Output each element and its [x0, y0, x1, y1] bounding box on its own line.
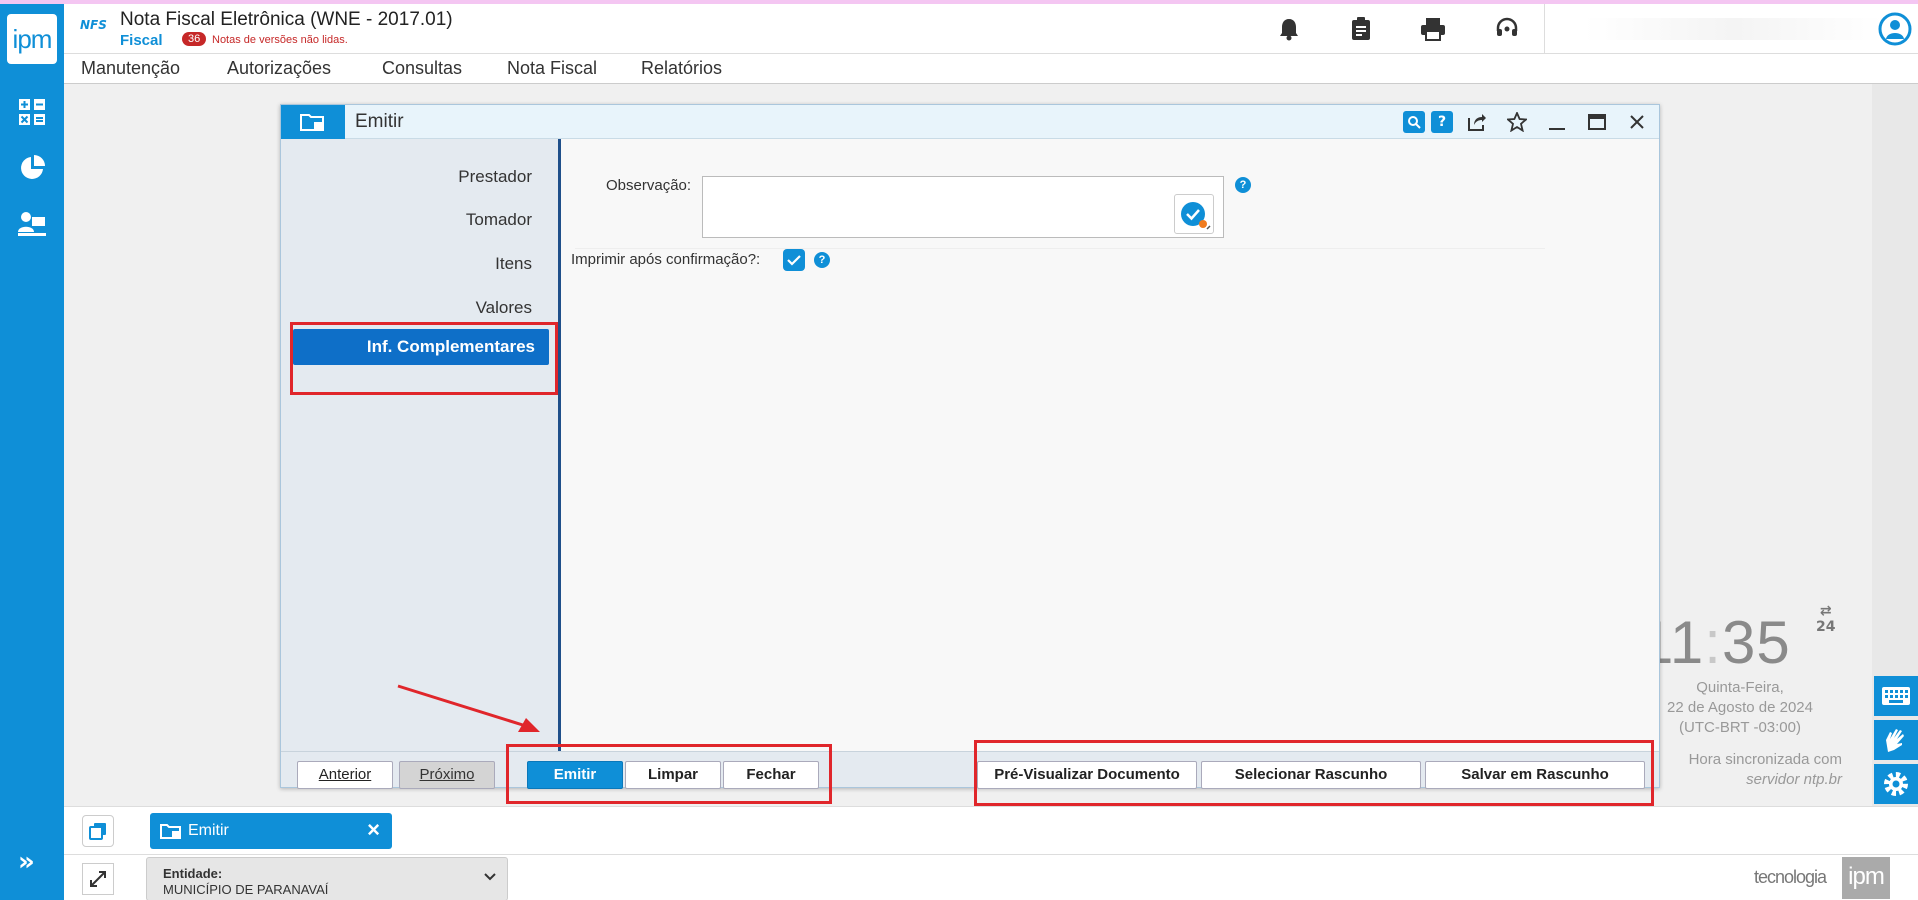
task-tab-emitir[interactable]: Emitir × — [150, 813, 392, 849]
left-rail: ipm » — [0, 4, 64, 900]
entity-select[interactable]: Entidade: MUNICÍPIO DE PARANAVAÍ — [146, 857, 508, 900]
observacao-input[interactable] — [702, 176, 1224, 238]
expand-rail-icon[interactable]: » — [18, 847, 35, 877]
observacao-help-icon[interactable]: ? — [1235, 177, 1251, 193]
clipboard-icon[interactable] — [1346, 14, 1376, 44]
field-separator — [575, 248, 1545, 249]
annotation-box-draft-buttons — [974, 740, 1654, 806]
annotation-box-sidebar — [290, 322, 558, 395]
app-title: Nota Fiscal Eletrônica (WNE - 2017.01) — [120, 9, 453, 30]
observacao-label: Observação: — [606, 177, 692, 194]
folder-icon — [160, 824, 181, 839]
task-close-icon[interactable]: × — [367, 817, 380, 843]
favorite-star-icon[interactable] — [1506, 111, 1528, 133]
share-icon[interactable] — [1466, 111, 1488, 133]
user-avatar-icon[interactable] — [1878, 12, 1912, 46]
main-menu: Manutenção Autorizações Consultas Nota F… — [64, 54, 1918, 84]
search-icon[interactable] — [1403, 111, 1425, 133]
user-desk-icon[interactable] — [16, 208, 48, 240]
fullscreen-icon[interactable] — [82, 863, 114, 895]
app-module: Fiscal — [120, 32, 163, 49]
app-header: NFS Nota Fiscal Eletrônica (WNE - 2017.0… — [64, 4, 1918, 54]
anterior-button[interactable]: Anterior — [297, 761, 393, 789]
spellcheck-icon[interactable] — [1174, 194, 1214, 234]
dialog-title: Emitir — [355, 111, 404, 132]
close-icon[interactable] — [1626, 111, 1648, 133]
keyboard-icon[interactable] — [1874, 676, 1918, 716]
menu-nota-fiscal[interactable]: Nota Fiscal — [507, 58, 597, 79]
annotation-arrow — [397, 684, 540, 732]
imprimir-help-icon[interactable]: ? — [814, 252, 830, 268]
windows-list-icon[interactable] — [82, 815, 114, 847]
maximize-icon[interactable] — [1586, 111, 1608, 133]
folder-icon — [281, 105, 345, 139]
imprimir-checkbox[interactable] — [783, 249, 805, 271]
printer-icon[interactable] — [1418, 14, 1448, 44]
proximo-button[interactable]: Próximo — [399, 761, 495, 789]
dialog-titlebar[interactable]: Emitir ? — [281, 105, 1659, 139]
support-headset-icon[interactable] — [1492, 14, 1522, 44]
brand-logo: ipm — [1842, 857, 1890, 899]
menu-autorizacoes[interactable]: Autorizações — [227, 58, 331, 79]
clock-time: 11:35 — [1640, 609, 1791, 676]
bell-icon[interactable] — [1274, 14, 1304, 44]
sidebar-item-tomador[interactable]: Tomador — [466, 210, 532, 230]
taskbar: Emitir × — [64, 806, 1918, 854]
notes-badge-text[interactable]: Notas de versões não lidas. — [212, 34, 348, 46]
nfs-logo: NFS — [80, 18, 107, 32]
ipm-logo[interactable]: ipm — [7, 14, 57, 64]
menu-consultas[interactable]: Consultas — [382, 58, 462, 79]
menu-manutencao[interactable]: Manutenção — [81, 58, 180, 79]
sidebar-item-itens[interactable]: Itens — [495, 254, 532, 274]
pie-chart-icon[interactable] — [16, 152, 48, 184]
chevron-down-icon — [483, 868, 497, 887]
calculator-icon[interactable] — [16, 96, 48, 128]
status-bar: Entidade: MUNICÍPIO DE PARANAVAÍ tecnolo… — [64, 854, 1918, 900]
header-divider — [1544, 4, 1545, 54]
help-icon[interactable]: ? — [1431, 111, 1453, 133]
annotation-box-emit-buttons — [506, 744, 832, 804]
sidebar-item-prestador[interactable]: Prestador — [458, 167, 532, 187]
sign-language-icon[interactable] — [1874, 720, 1918, 760]
clock-format-toggle[interactable]: ⇄ 24 — [1816, 603, 1835, 635]
settings-gear-icon[interactable] — [1874, 764, 1918, 804]
dialog-sidebar: Prestador Tomador Itens Valores Inf. Com… — [281, 139, 561, 751]
imprimir-label: Imprimir após confirmação?: — [571, 251, 761, 268]
menu-relatorios[interactable]: Relatórios — [641, 58, 722, 79]
user-name-blurred — [1584, 18, 1884, 40]
minimize-icon[interactable] — [1546, 111, 1568, 133]
sidebar-item-valores[interactable]: Valores — [476, 298, 532, 318]
brand-text: tecnologia — [1754, 867, 1827, 887]
notes-badge[interactable]: 36 — [182, 32, 207, 46]
